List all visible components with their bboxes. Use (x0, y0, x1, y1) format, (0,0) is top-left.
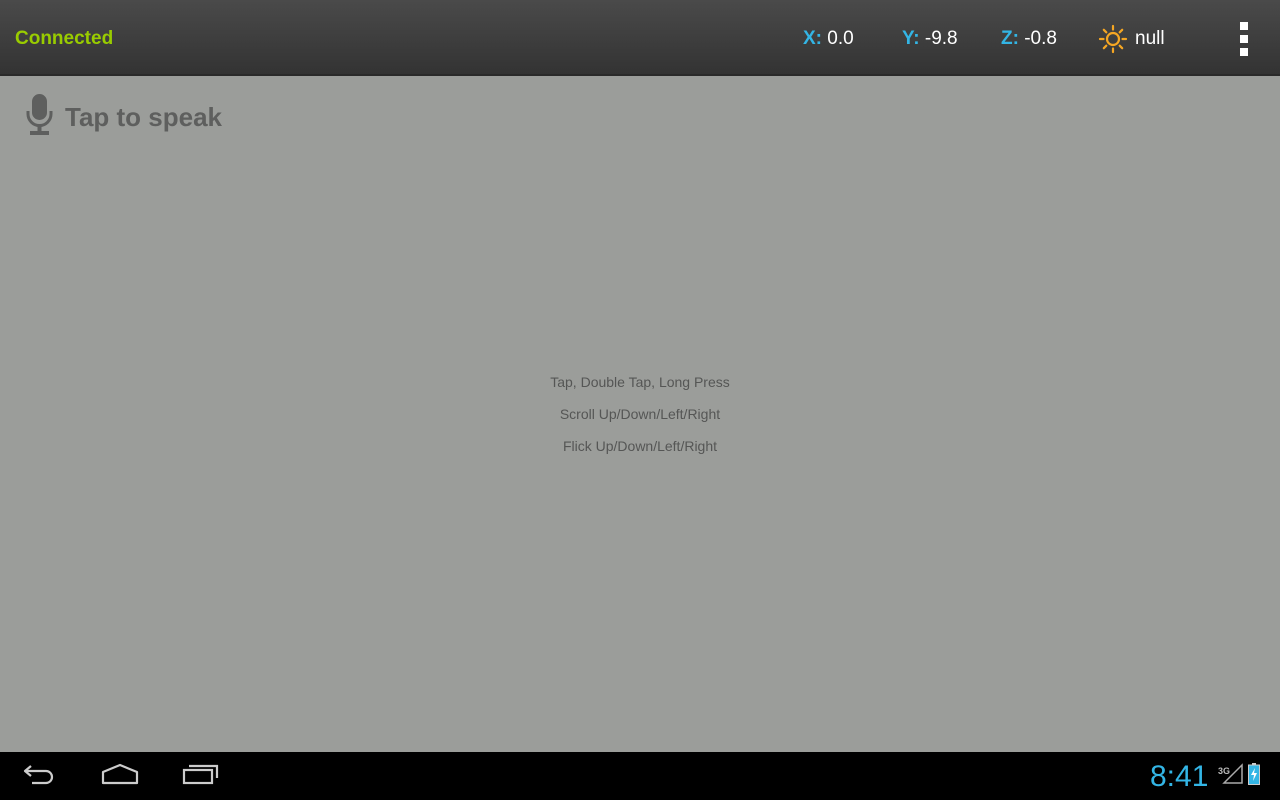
sensor-y-readout: Y: -9.8 (902, 26, 958, 52)
sensor-x-readout: X: 0.0 (803, 26, 854, 52)
gesture-instructions: Tap, Double Tap, Long Press Scroll Up/Do… (0, 372, 1280, 468)
recent-apps-button[interactable] (171, 758, 231, 794)
sensor-x-label: X: (803, 28, 822, 49)
light-sensor-value: null (1135, 28, 1165, 49)
tap-to-speak-button[interactable]: Tap to speak (26, 93, 223, 141)
sensor-z-label: Z: (1001, 28, 1019, 49)
home-button[interactable] (90, 758, 150, 794)
overflow-dot (1240, 35, 1248, 43)
sensor-x-value: 0.0 (827, 28, 854, 49)
home-icon (100, 762, 140, 791)
back-icon (22, 762, 58, 791)
overflow-menu-button[interactable] (1230, 18, 1258, 60)
microphone-icon (26, 93, 53, 141)
overflow-dot (1240, 48, 1248, 56)
action-bar: Connected X: 0.0 Y: -9.8 Z: -0.8 null (0, 0, 1280, 76)
status-clock: 8:41 (1150, 760, 1209, 793)
sensor-z-value: -0.8 (1024, 28, 1057, 49)
gesture-instruction: Tap, Double Tap, Long Press (550, 374, 730, 390)
gesture-instruction: Scroll Up/Down/Left/Right (559, 406, 721, 422)
sun-icon (1098, 24, 1128, 54)
battery-charging-icon (1248, 763, 1260, 790)
sensor-y-value: -9.8 (924, 28, 958, 49)
signal-icon (1222, 763, 1244, 790)
sensor-z-readout: Z: -0.8 (1001, 26, 1057, 52)
connection-status: Connected (15, 28, 114, 49)
tap-to-speak-label: Tap to speak (65, 101, 223, 132)
light-sensor-readout: null (1098, 24, 1165, 54)
gesture-instruction: Flick Up/Down/Left/Right (562, 438, 718, 454)
recent-apps-icon (182, 762, 220, 791)
system-status-icons (1222, 763, 1260, 790)
sensor-y-label: Y: (902, 28, 920, 49)
system-navigation-bar: 8:41 3G (0, 752, 1280, 800)
back-button[interactable] (10, 758, 70, 794)
overflow-dot (1240, 22, 1248, 30)
